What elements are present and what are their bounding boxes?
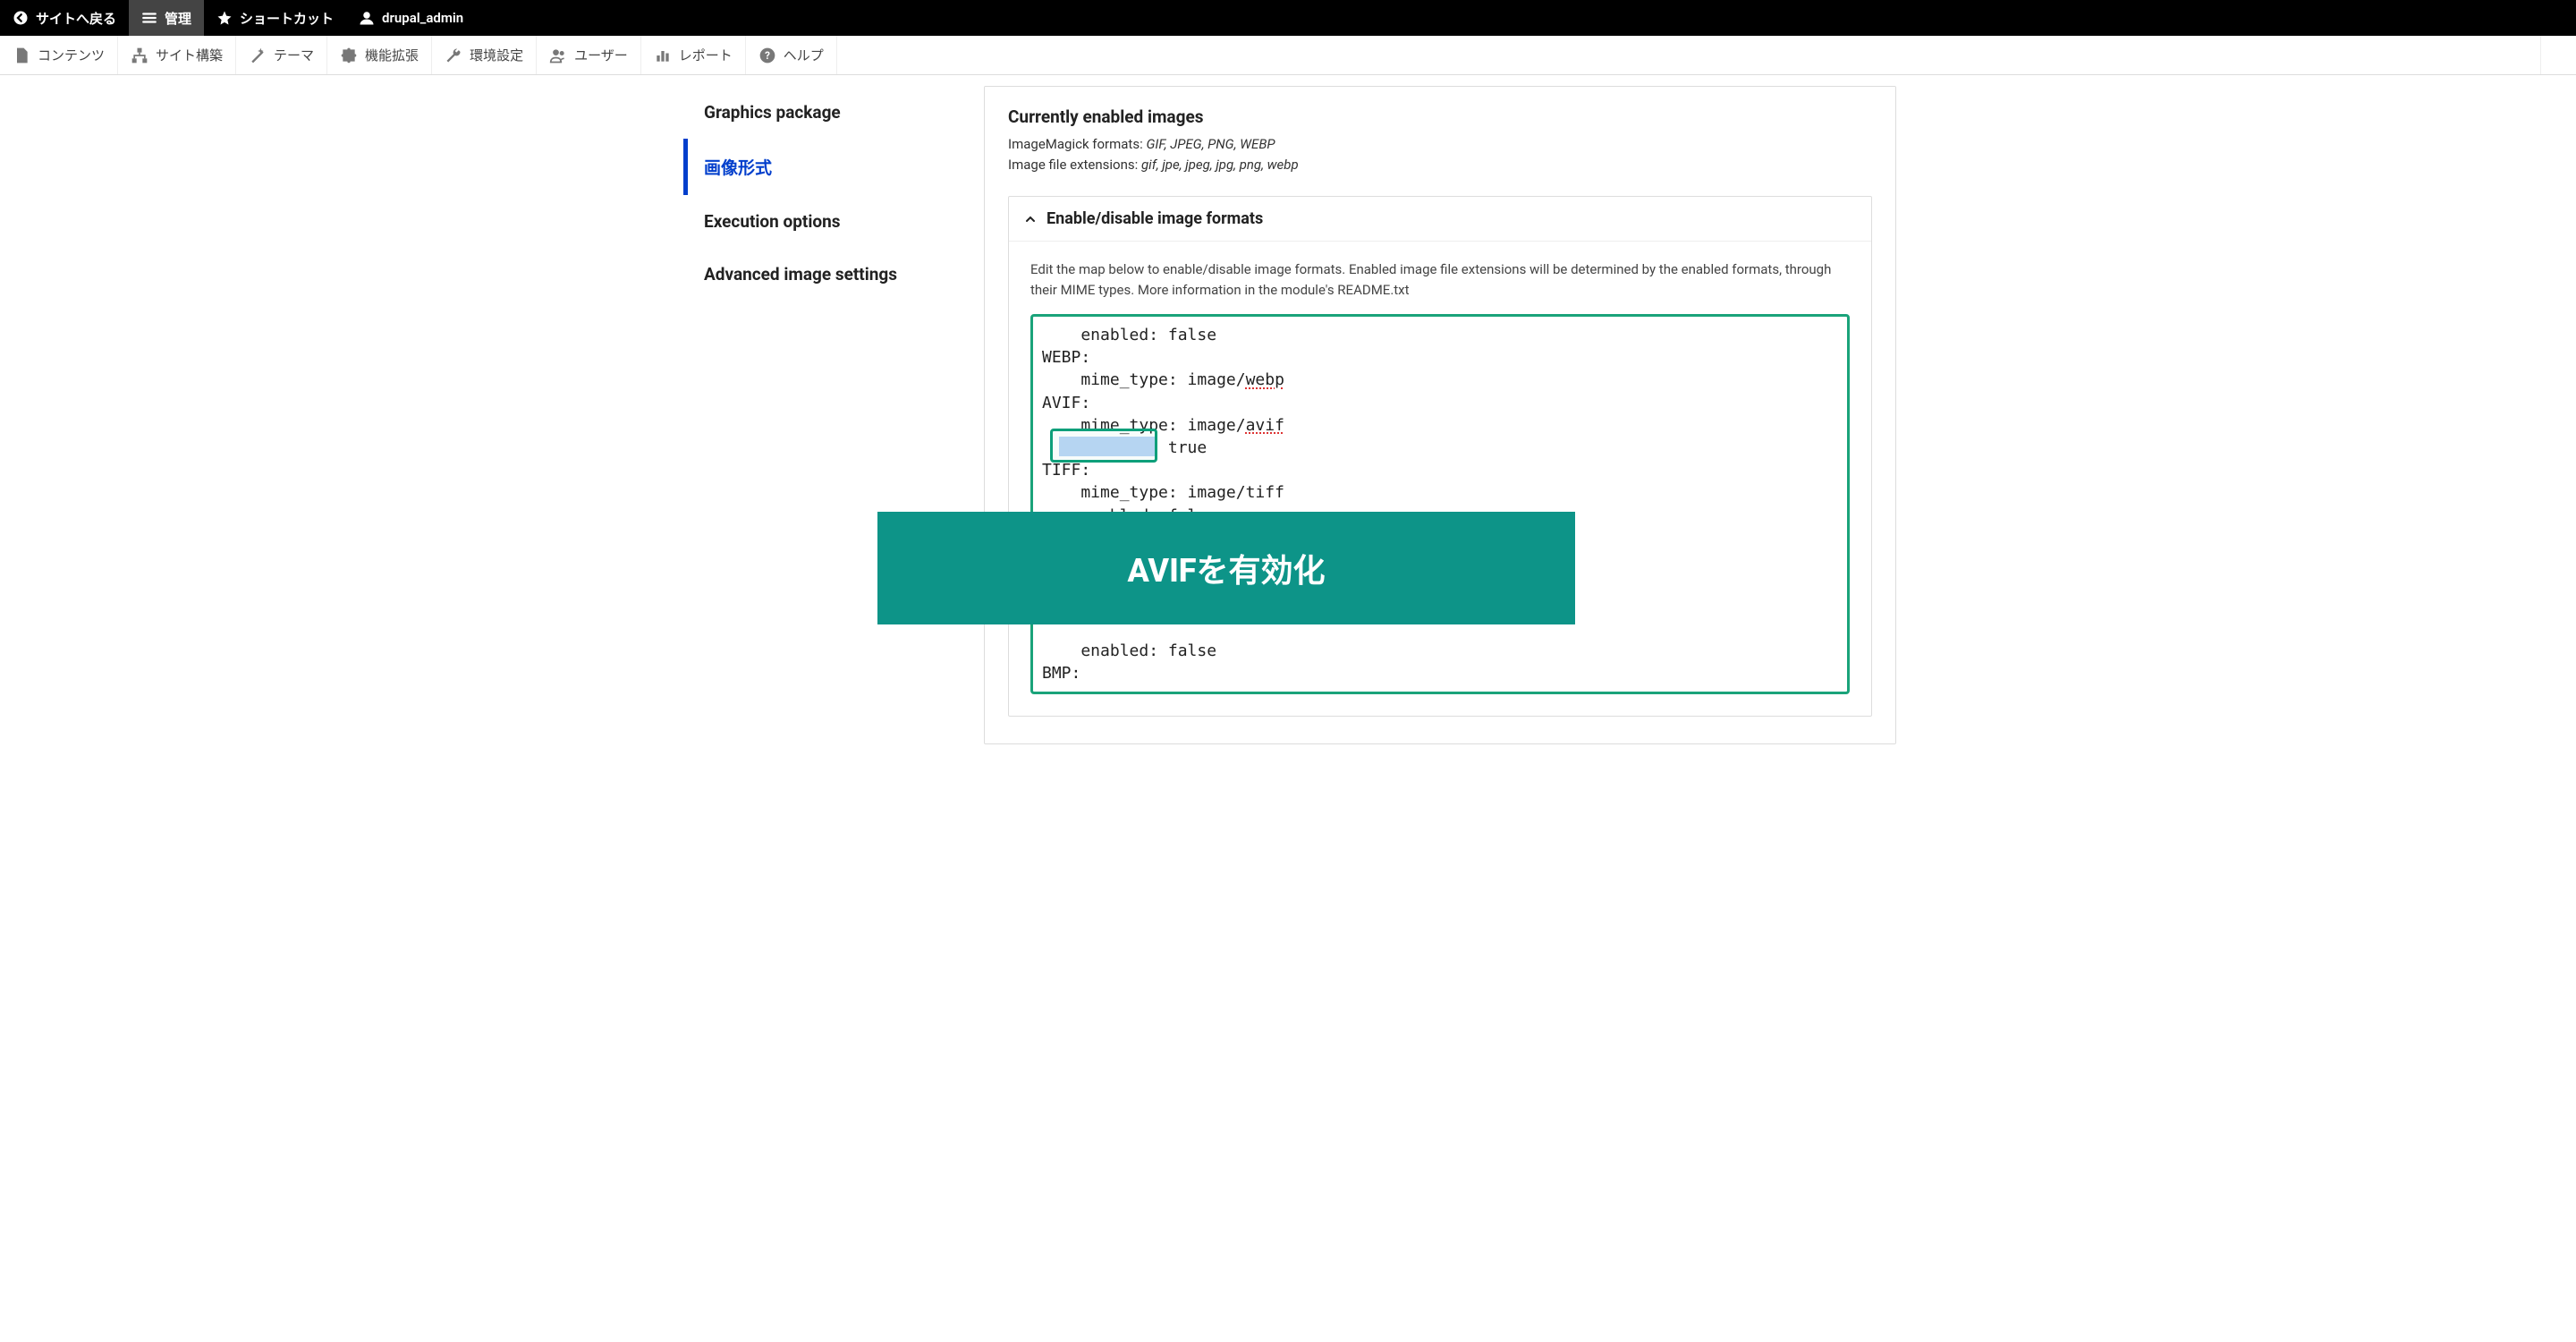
manage-label: 管理 [165,9,191,28]
image-formats-textarea[interactable]: enabled: false WEBP: mime_type: image/we… [1030,314,1850,694]
tab-image-formats[interactable]: 画像形式 [683,139,966,195]
menu-extend-label: 機能拡張 [365,46,419,64]
shortcuts-label: ショートカット [240,9,334,28]
wand-icon [249,47,267,64]
menu-reports[interactable]: レポート [641,36,746,74]
tab-execution-options-label: Execution options [704,211,841,232]
page-container: Graphics package 画像形式 Execution options … [662,75,1914,744]
menu-config[interactable]: 環境設定 [432,36,537,74]
sitemap-icon [131,47,148,64]
formats-line: ImageMagick formats: GIF, JPEG, PNG, WEB… [1008,134,1872,155]
details-summary[interactable]: Enable/disable image formats [1009,197,1871,242]
menu-people-label: ユーザー [574,46,628,64]
back-to-site-label: サイトへ戻る [36,9,116,28]
tab-graphics-package[interactable]: Graphics package [683,86,966,139]
back-to-site-link[interactable]: サイトへ戻る [0,0,129,36]
menu-config-label: 環境設定 [470,46,523,64]
vertical-tabs: Graphics package 画像形式 Execution options … [662,86,966,744]
top-toolbar: サイトへ戻る 管理 ショートカット drupal_admin [0,0,2576,36]
tab-graphics-package-label: Graphics package [704,102,841,123]
menu-reports-label: レポート [679,46,733,64]
details-description: Edit the map below to enable/disable ima… [1030,259,1850,300]
details-body: Edit the map below to enable/disable ima… [1009,242,1871,716]
menubar-spacer [837,36,2540,74]
admin-menubar: コンテンツ サイト構築 テーマ 機能拡張 環境設定 ユーザー レポート ? ヘル… [0,36,2576,75]
arrow-left-circle-icon [13,10,29,26]
tab-advanced-image-settings[interactable]: Advanced image settings [683,248,966,301]
menu-appearance-label: テーマ [274,46,314,64]
yaml-wrapper: enabled: false WEBP: mime_type: image/we… [1030,314,1850,694]
orientation-toggle[interactable] [2540,36,2576,74]
currently-enabled-heading: Currently enabled images [1008,106,1872,127]
formats-label: ImageMagick formats: [1008,136,1146,152]
hamburger-icon [141,10,157,26]
tab-advanced-image-settings-label: Advanced image settings [704,264,897,285]
details-title: Enable/disable image formats [1046,209,1263,228]
extensions-label: Image file extensions: [1008,157,1141,173]
shortcuts-link[interactable]: ショートカット [204,0,346,36]
username-label: drupal_admin [382,10,463,26]
menu-help[interactable]: ? ヘルプ [746,36,837,74]
menu-content-label: コンテンツ [38,46,105,64]
puzzle-icon [340,47,358,64]
menu-help-label: ヘルプ [784,46,824,64]
menu-appearance[interactable]: テーマ [236,36,327,74]
user-menu[interactable]: drupal_admin [346,0,476,36]
svg-text:?: ? [765,49,770,62]
menu-structure-label: サイト構築 [156,46,223,64]
tab-execution-options[interactable]: Execution options [683,195,966,248]
content-pane: Currently enabled images ImageMagick for… [984,86,1896,744]
chevron-up-icon [1023,212,1038,226]
manage-toggle[interactable]: 管理 [129,0,204,36]
user-icon [359,10,375,26]
menu-content[interactable]: コンテンツ [0,36,118,74]
extensions-line: Image file extensions: gif, jpe, jpeg, j… [1008,155,1872,175]
extensions-value: gif, jpe, jpeg, jpg, png, webp [1141,157,1299,173]
help-icon: ? [758,47,776,64]
formats-value: GIF, JPEG, PNG, WEBP [1146,136,1275,152]
file-icon [13,47,30,64]
bar-chart-icon [654,47,672,64]
enable-disable-details: Enable/disable image formats Edit the ma… [1008,196,1872,717]
menu-people[interactable]: ユーザー [537,36,641,74]
tab-image-formats-label: 画像形式 [704,157,772,178]
menu-extend[interactable]: 機能拡張 [327,36,432,74]
people-icon [549,47,567,64]
star-icon [216,10,233,26]
wrench-icon [445,47,462,64]
menu-structure[interactable]: サイト構築 [118,36,236,74]
